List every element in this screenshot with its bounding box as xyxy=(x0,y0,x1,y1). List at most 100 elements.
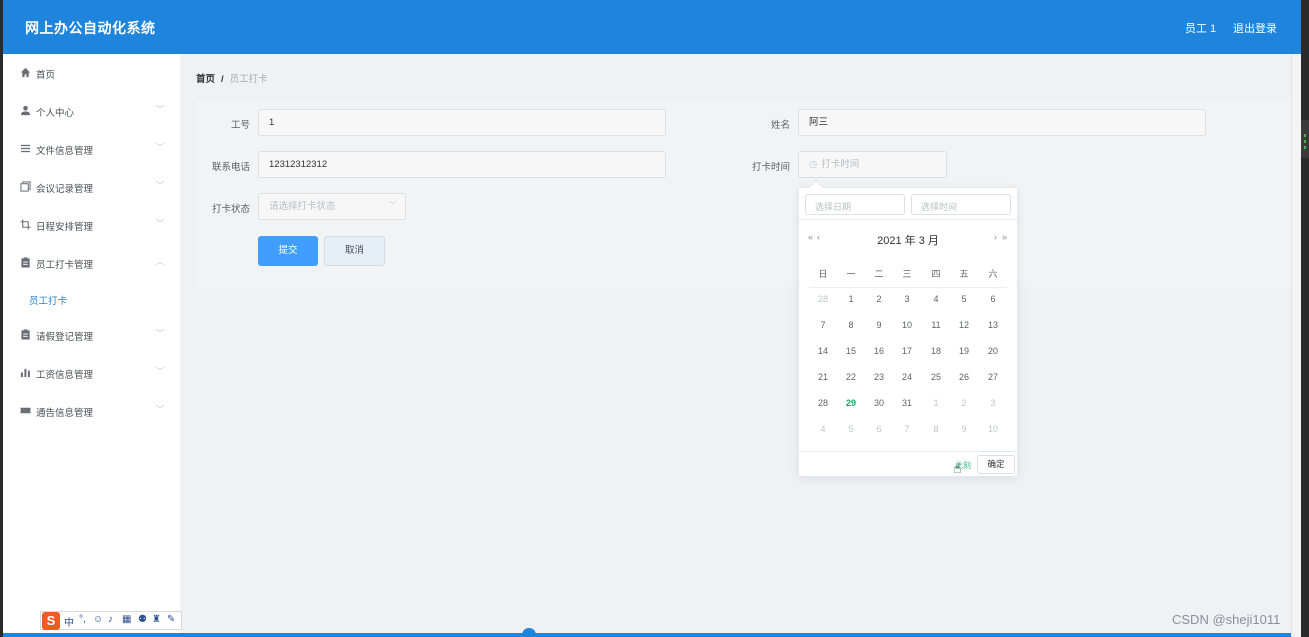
calendar-day[interactable]: 4 xyxy=(922,290,950,308)
calendar-day[interactable]: 2 xyxy=(865,290,893,308)
bar-chart-icon xyxy=(19,367,31,379)
calendar-day[interactable]: 15 xyxy=(837,342,865,360)
calendar-day[interactable]: 21 xyxy=(809,368,837,386)
calendar-day[interactable]: 9 xyxy=(865,316,893,334)
picker-time-input[interactable]: 选择时间 xyxy=(911,194,1011,215)
toolbox-icon[interactable]: ⚉ xyxy=(138,614,147,625)
settings-wrench-icon[interactable]: ✎ xyxy=(167,614,175,625)
clock-time-placeholder: 打卡时间 xyxy=(821,159,860,170)
calendar-day[interactable]: 12 xyxy=(950,316,978,334)
sidebar-item-schedule[interactable]: 日程安排管理 ﹀ xyxy=(3,206,180,244)
skin-icon[interactable]: ♜ xyxy=(152,614,161,625)
hand-cursor-icon: ☝ xyxy=(953,460,962,476)
copy-icon xyxy=(19,181,31,193)
status-select[interactable]: 请选择打卡状态 ﹀ xyxy=(258,193,406,220)
weekday-label: 五 xyxy=(959,269,969,279)
calendar-day[interactable]: 7 xyxy=(893,420,921,438)
calendar-day[interactable]: 5 xyxy=(837,420,865,438)
calendar-day[interactable]: 13 xyxy=(979,316,1007,334)
chevron-down-icon: ﹀ xyxy=(156,219,164,228)
calendar-day[interactable]: 3 xyxy=(893,290,921,308)
calendar-day[interactable]: 9 xyxy=(950,420,978,438)
sidebar-item-personal-center[interactable]: 个人中心 ﹀ xyxy=(3,92,180,130)
microphone-icon[interactable]: ♪ xyxy=(108,614,113,625)
sidebar-item-salary-info[interactable]: 工资信息管理 ﹀ xyxy=(3,354,180,392)
watermark: CSDN @sheji1011 xyxy=(1172,612,1281,627)
sidebar-item-notice-info[interactable]: 通告信息管理 ﹀ xyxy=(3,392,180,430)
current-user: 员工 1 xyxy=(1185,23,1217,35)
next-year-button[interactable]: » xyxy=(1002,232,1007,242)
sidebar: 首页 个人中心 ﹀ 文件信息管理 ﹀ 会议记录管理 ﹀ 日程安排管理 ﹀ 员工打… xyxy=(3,54,180,637)
chevron-up-icon: ︿ xyxy=(156,257,164,266)
calendar-day[interactable]: 2 xyxy=(950,394,978,412)
calendar-day[interactable]: 6 xyxy=(979,290,1007,308)
calendar-day[interactable]: 31 xyxy=(893,394,921,412)
page-scrollbar[interactable] xyxy=(1291,54,1301,637)
submit-button[interactable]: 提交 xyxy=(258,236,318,266)
next-month-button[interactable]: › xyxy=(994,232,997,242)
picker-month-title[interactable]: 2021 年 3 月 xyxy=(799,232,1017,248)
chevron-down-icon: ﹀ xyxy=(156,105,164,114)
calendar-day[interactable]: 17 xyxy=(893,342,921,360)
calendar-day[interactable]: 5 xyxy=(950,290,978,308)
emoji-icon[interactable]: ☺ xyxy=(93,614,103,625)
sidebar-subitem-label: 员工打卡 xyxy=(29,296,68,307)
name-input[interactable]: 阿三 xyxy=(798,109,1206,136)
sidebar-subitem-clock-in[interactable]: 员工打卡 xyxy=(3,282,180,316)
calendar-day[interactable]: 1 xyxy=(922,394,950,412)
name-label: 姓名 xyxy=(770,120,790,131)
calendar-day[interactable]: 24 xyxy=(893,368,921,386)
clock-time-input[interactable]: ◷ 打卡时间 xyxy=(798,151,947,178)
ime-mode-toggle[interactable]: 中 xyxy=(64,614,74,629)
calendar-day[interactable]: 8 xyxy=(837,316,865,334)
calendar-day[interactable]: 30 xyxy=(865,394,893,412)
crop-icon xyxy=(19,219,31,231)
calendar-day[interactable]: 28 xyxy=(809,290,837,308)
calendar-day-today[interactable]: 29 xyxy=(837,394,865,412)
calendar-day[interactable]: 22 xyxy=(837,368,865,386)
cancel-button[interactable]: 取消 xyxy=(324,236,385,266)
calendar-day[interactable]: 3 xyxy=(979,394,1007,412)
chevron-down-icon: ﹀ xyxy=(389,201,397,210)
calendar-day[interactable]: 11 xyxy=(922,316,950,334)
calendar-day[interactable]: 6 xyxy=(865,420,893,438)
confirm-button[interactable]: 确定 xyxy=(977,455,1015,474)
weekday-label: 二 xyxy=(874,269,884,279)
calendar-day[interactable]: 14 xyxy=(809,342,837,360)
calendar-day[interactable]: 7 xyxy=(809,316,837,334)
sidebar-item-file-info[interactable]: 文件信息管理 ﹀ xyxy=(3,130,180,168)
calendar-day[interactable]: 8 xyxy=(922,420,950,438)
calendar-day[interactable]: 26 xyxy=(950,368,978,386)
punctuation-icon[interactable]: °, xyxy=(79,614,86,625)
calendar-day[interactable]: 20 xyxy=(979,342,1007,360)
weekday-label: 一 xyxy=(846,269,856,279)
datetime-picker-popup: 选择日期 选择时间 « ‹ 2021 年 3 月 › » 日一二三四五六 28 1… xyxy=(798,179,1018,477)
breadcrumb-home[interactable]: 首页 xyxy=(196,74,215,85)
emp-no-input[interactable]: 1 xyxy=(258,109,666,136)
calendar-day[interactable]: 27 xyxy=(979,368,1007,386)
calendar-day[interactable]: 25 xyxy=(922,368,950,386)
calendar-day[interactable]: 28 xyxy=(809,394,837,412)
sidebar-item-leave-registration[interactable]: 请假登记管理 ﹀ xyxy=(3,316,180,354)
logout-link[interactable]: 退出登录 xyxy=(1233,20,1277,36)
calendar-day[interactable]: 16 xyxy=(865,342,893,360)
weekday-label: 日 xyxy=(818,269,828,279)
picker-date-input[interactable]: 选择日期 xyxy=(805,194,905,215)
calendar-day[interactable]: 19 xyxy=(950,342,978,360)
calendar-day[interactable]: 10 xyxy=(893,316,921,334)
sidebar-item-clock-in-management[interactable]: 员工打卡管理 ︿ xyxy=(3,244,180,282)
calendar-day[interactable]: 10 xyxy=(979,420,1007,438)
weekday-label: 六 xyxy=(988,269,998,279)
picker-divider xyxy=(799,219,1017,220)
calendar-day[interactable]: 4 xyxy=(809,420,837,438)
ticket-icon xyxy=(19,405,31,417)
sidebar-item-meeting-records[interactable]: 会议记录管理 ﹀ xyxy=(3,168,180,206)
calendar-day[interactable]: 18 xyxy=(922,342,950,360)
phone-input[interactable]: 12312312312 xyxy=(258,151,666,178)
calendar-day[interactable]: 23 xyxy=(865,368,893,386)
scrollbar-thumb[interactable] xyxy=(1301,120,1309,158)
sidebar-item-home[interactable]: 首页 xyxy=(3,54,180,92)
calendar-day[interactable]: 1 xyxy=(837,290,865,308)
keyboard-icon[interactable]: ▦ xyxy=(122,614,131,625)
sogou-logo-icon[interactable]: S xyxy=(42,612,60,630)
